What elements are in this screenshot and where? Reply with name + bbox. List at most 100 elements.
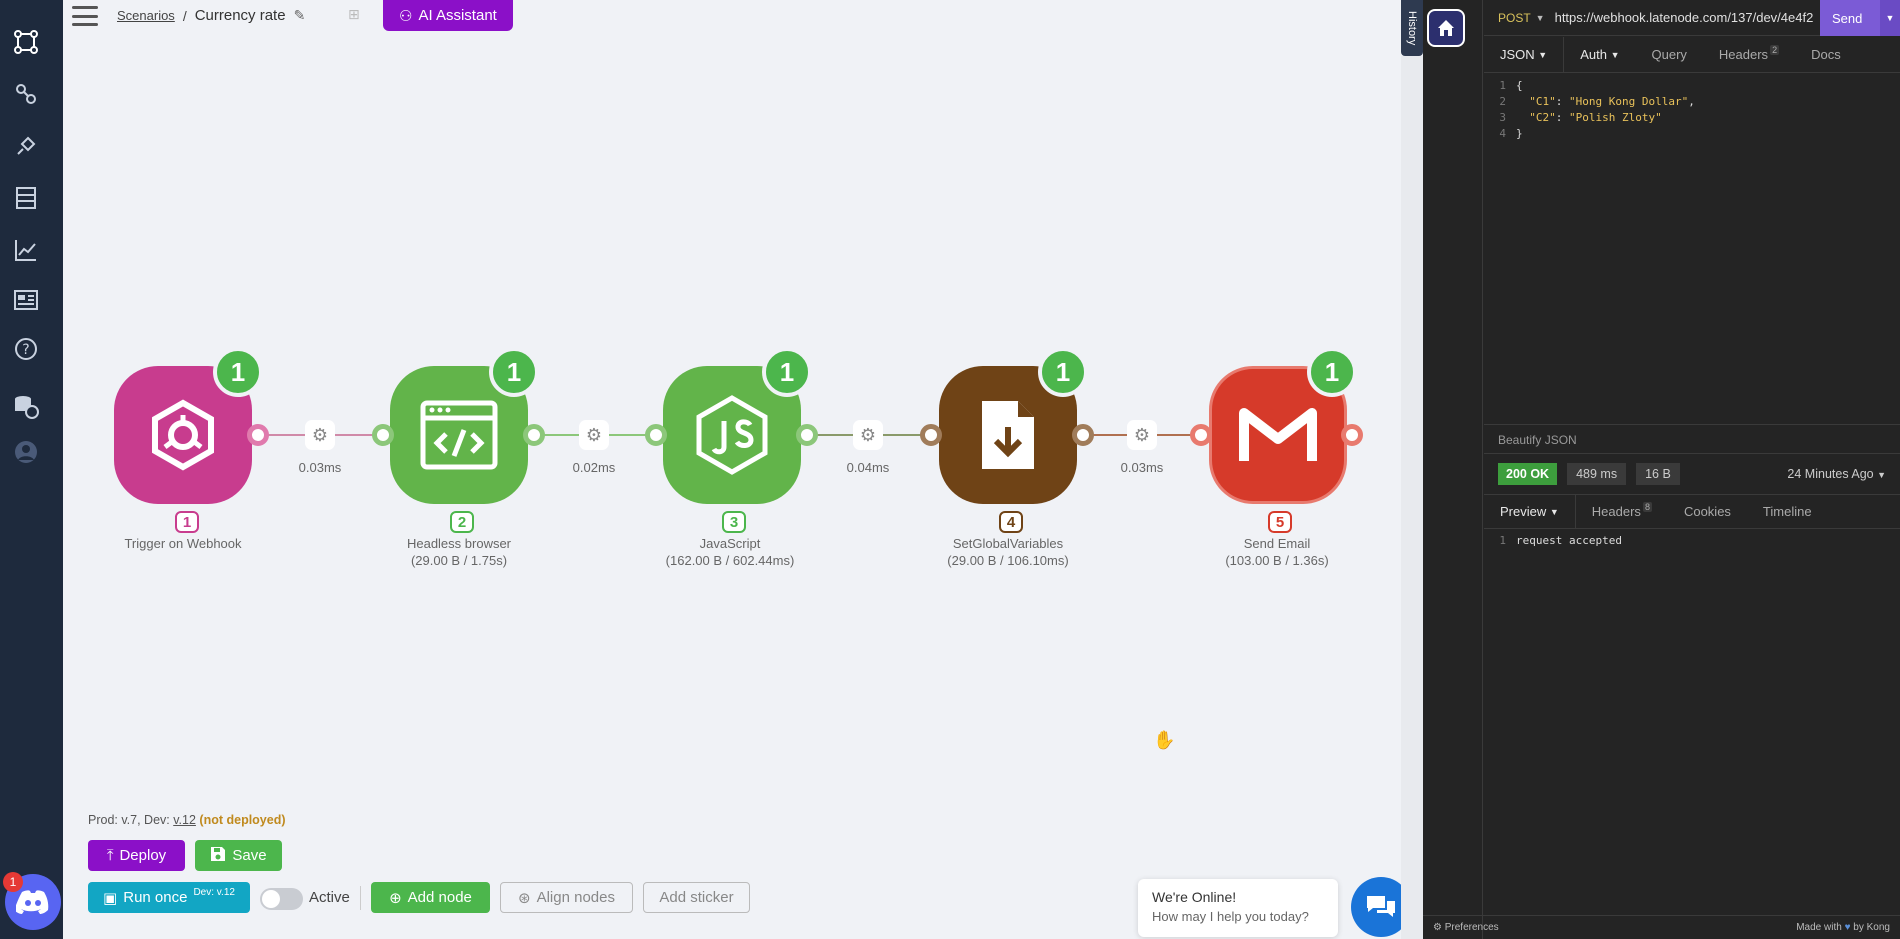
node-name: JavaScript [699,536,761,551]
output-port[interactable] [1072,424,1094,446]
align-nodes-button[interactable]: ⊛ Align nodes [500,882,633,913]
tab-preview[interactable]: Preview ▼ [1484,494,1576,529]
preferences-link[interactable]: ⚙ Preferences [1433,922,1499,933]
node-name: Headless browser [406,536,512,551]
history-tab[interactable]: History [1401,0,1423,56]
connection-settings-gear-icon[interactable]: ⚙ [305,420,335,450]
json-value: "Polish Zloty" [1569,111,1662,124]
news-nav-icon[interactable] [12,286,40,314]
svg-text:?: ? [22,342,29,358]
code-line: 3 "C2": "Polish Zloty" [1484,110,1900,126]
response-age: 24 Minutes Ago [1787,467,1874,481]
gmail-icon [1239,408,1317,461]
node-label: Send Email (103.00 B / 1.36s) [1177,535,1377,569]
http-client-panel: POST ▼ https://webhook.latenode.com/137/… [1423,0,1900,939]
gear-icon: ⚙ [1433,922,1442,933]
breadcrumb-scenarios-link[interactable]: Scenarios [117,8,175,23]
node-name: Send Email [1243,536,1311,551]
structure-icon[interactable]: ⊞ [348,6,360,23]
input-port[interactable] [920,424,942,446]
send-button[interactable]: Send ▼ [1820,0,1900,36]
node-stats: (162.00 B / 602.44ms) [665,553,795,568]
url-input[interactable]: https://webhook.latenode.com/137/dev/4e4… [1555,10,1825,25]
chat-subtitle: How may I help you today? [1152,909,1309,924]
help-nav-icon[interactable]: ? [12,335,40,363]
node-index: 4 [999,511,1023,533]
input-port[interactable] [645,424,667,446]
tab-headers-label: Headers [1718,47,1769,62]
save-label: Save [232,847,267,864]
connection-settings-gear-icon[interactable]: ⚙ [853,420,883,450]
output-port[interactable] [796,424,818,446]
json-key: "C1" [1529,95,1556,108]
flows-nav-icon[interactable] [12,80,40,108]
panel-divider [1401,56,1423,939]
tab-query[interactable]: Query [1636,37,1703,73]
output-port[interactable] [1341,424,1363,446]
beautify-json-button[interactable]: Beautify JSON [1484,424,1900,454]
billing-nav-icon[interactable] [12,392,40,420]
tab-docs[interactable]: Docs [1795,37,1857,73]
add-node-button[interactable]: ⊕ Add node [371,882,490,913]
save-button[interactable]: Save [195,840,282,871]
chat-greeting[interactable]: We're Online! How may I help you today? [1138,879,1338,937]
tab-headers[interactable]: Headers 2 [1703,37,1795,73]
tab-timeline[interactable]: Timeline [1747,494,1828,529]
request-body-editor[interactable]: 1{ 2 "C1": "Hong Kong Dollar", 3 "C2": "… [1484,78,1900,142]
send-dropdown-icon[interactable]: ▼ [1880,0,1900,36]
add-sticker-button[interactable]: Add sticker [643,882,750,913]
active-toggle[interactable] [260,888,303,910]
profile-avatar-icon[interactable] [12,438,40,466]
javascript-icon [696,395,768,475]
home-icon[interactable] [1427,9,1465,47]
response-size: 16 B [1636,463,1680,485]
made-with-label: Made with [1796,922,1842,933]
connection-settings-gear-icon[interactable]: ⚙ [579,420,609,450]
node-label: JavaScript (162.00 B / 602.44ms) [630,535,830,569]
edit-pencil-icon[interactable]: ✎ [294,7,306,24]
menu-icon[interactable] [72,6,98,26]
method-select[interactable]: POST [1498,11,1531,25]
send-label: Send [1832,10,1863,26]
ai-assistant-button[interactable]: ⚇ AI Assistant [383,0,513,31]
database-nav-icon[interactable] [12,184,40,212]
connection-settings-gear-icon[interactable]: ⚙ [1127,420,1157,450]
tab-auth[interactable]: Auth ▼ [1564,37,1635,73]
dev-version-link[interactable]: v.12 [173,813,196,827]
deploy-button[interactable]: ⤒ Deploy [88,840,185,871]
active-label: Active [309,889,350,906]
scenarios-nav-icon[interactable] [12,28,40,56]
output-port[interactable] [247,424,269,446]
deploy-label: Deploy [119,847,167,864]
tab-json[interactable]: JSON ▼ [1484,37,1563,73]
connection-timing: 0.03ms [298,460,342,475]
heart-icon: ♥ [1844,922,1851,933]
chat-title: We're Online! [1152,889,1237,905]
run-once-button[interactable]: ▣ Run once Dev: v.12 [88,882,250,913]
history-dropdown[interactable]: 24 Minutes Ago ▼ [1787,467,1886,481]
align-icon: ⊛ [518,889,531,907]
request-bar: POST ▼ https://webhook.latenode.com/137/… [1484,0,1900,36]
plug-nav-icon[interactable] [12,132,40,160]
tab-response-headers[interactable]: Headers 8 [1576,494,1668,529]
input-port[interactable] [372,424,394,446]
analytics-nav-icon[interactable] [12,236,40,264]
breadcrumb-separator: / [182,7,187,24]
caret-down-icon[interactable]: ▼ [1536,13,1545,23]
add-sticker-label: Add sticker [659,889,734,906]
ai-assistant-label: AI Assistant [418,7,497,24]
brand-label: by Kong [1853,922,1890,933]
robot-icon: ⚇ [399,7,413,25]
input-port[interactable] [1190,424,1212,446]
output-port[interactable] [523,424,545,446]
webhook-icon [152,399,214,471]
version-info: Prod: v.7, Dev: v.12 (not deployed) [88,813,286,827]
preferences-label: Preferences [1444,922,1499,933]
node-name: Trigger on Webhook [124,536,242,551]
tab-cookies[interactable]: Cookies [1668,494,1747,529]
tab-cookies-label: Cookies [1683,504,1731,519]
node-stats: (29.00 B / 106.10ms) [947,553,1069,568]
connection-timing: 0.03ms [1120,460,1164,475]
file-download-icon [982,401,1034,469]
response-body-viewer: 1 request accepted [1484,533,1622,549]
